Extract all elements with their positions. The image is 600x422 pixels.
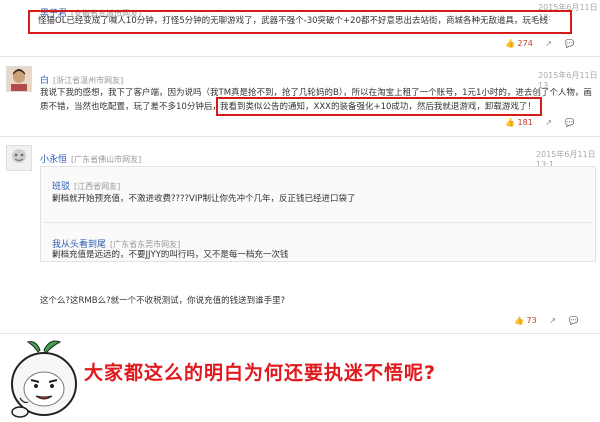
- avatar[interactable]: [6, 145, 32, 171]
- user-location: [浙江省温州市网友]: [53, 76, 124, 85]
- divider: [0, 56, 600, 57]
- username-link[interactable]: 白: [40, 76, 49, 86]
- comment-header: 白 [浙江省温州市网友]: [40, 68, 123, 87]
- meme-caption: 大家都这么的明白为何还要执迷不悟呢?: [84, 362, 437, 384]
- meme-face-icon: [11, 340, 77, 418]
- user-location: [广东省佛山市网友]: [71, 155, 142, 164]
- nested-header: 班驳 [江西省网友]: [52, 174, 120, 193]
- comment-text-prefix: 质不错，当然也吃配置，玩了差不多10分钟后，: [40, 102, 221, 112]
- reply-icon[interactable]: 💬: [569, 316, 579, 325]
- comment-text: 怪猫OL已经变成了喊人10分钟，打怪5分钟的无聊游戏了，武器不强个-30突破个+…: [38, 16, 548, 26]
- reply-icon[interactable]: 💬: [565, 39, 575, 48]
- share-icon[interactable]: ↗: [549, 316, 556, 325]
- user-location: [江西省网友]: [74, 182, 121, 191]
- divider: [0, 136, 600, 137]
- share-icon[interactable]: ↗: [545, 118, 552, 127]
- upvote-count: 181: [517, 118, 533, 127]
- thumb-up-icon[interactable]: 👍: [505, 118, 515, 127]
- avatar-photo-icon: [7, 67, 31, 91]
- avatar[interactable]: [6, 66, 32, 92]
- thumb-up-icon[interactable]: 👍: [514, 316, 524, 325]
- thumb-up-icon[interactable]: 👍: [505, 39, 515, 48]
- comment-text-line2: 质不错，当然也吃配置，玩了差不多10分钟后，: [40, 100, 221, 115]
- nested-text: 剿档就开始预充值，不激进收费????VIP制让你先冲个几年，反正钱已经进口袋了: [52, 194, 356, 204]
- default-avatar-icon: [7, 146, 31, 170]
- comment-header: 小永恒 [广东省佛山市网友]: [40, 147, 141, 166]
- upvote-count: 274: [517, 39, 533, 48]
- share-icon[interactable]: ↗: [545, 39, 552, 48]
- reply-icon[interactable]: 💬: [565, 118, 575, 127]
- nested-text: 剿档充值是远远的，不要JJYY的叫行吗，又不是每一档充一次钱: [52, 250, 289, 260]
- divider: [0, 333, 600, 334]
- username-link[interactable]: 小永恒: [40, 155, 67, 165]
- comment-actions: 👍 73 ↗ 💬: [514, 316, 578, 325]
- comment-text-highlight: 我看到类似公告的通知，XXX的装备强化+10成功，然后我就退游戏，卸载游戏了！: [220, 102, 536, 112]
- divider: [44, 222, 592, 223]
- comment-actions: 👍 181 ↗ 💬: [505, 118, 575, 127]
- username-link[interactable]: 班驳: [52, 182, 70, 192]
- comment-text: 这个么?这RMB么?就一个不收税测试，你说充值的钱送到谁手里?: [40, 296, 286, 306]
- upvote-count: 73: [526, 316, 537, 325]
- comment-actions: 👍 274 ↗ 💬: [505, 39, 575, 48]
